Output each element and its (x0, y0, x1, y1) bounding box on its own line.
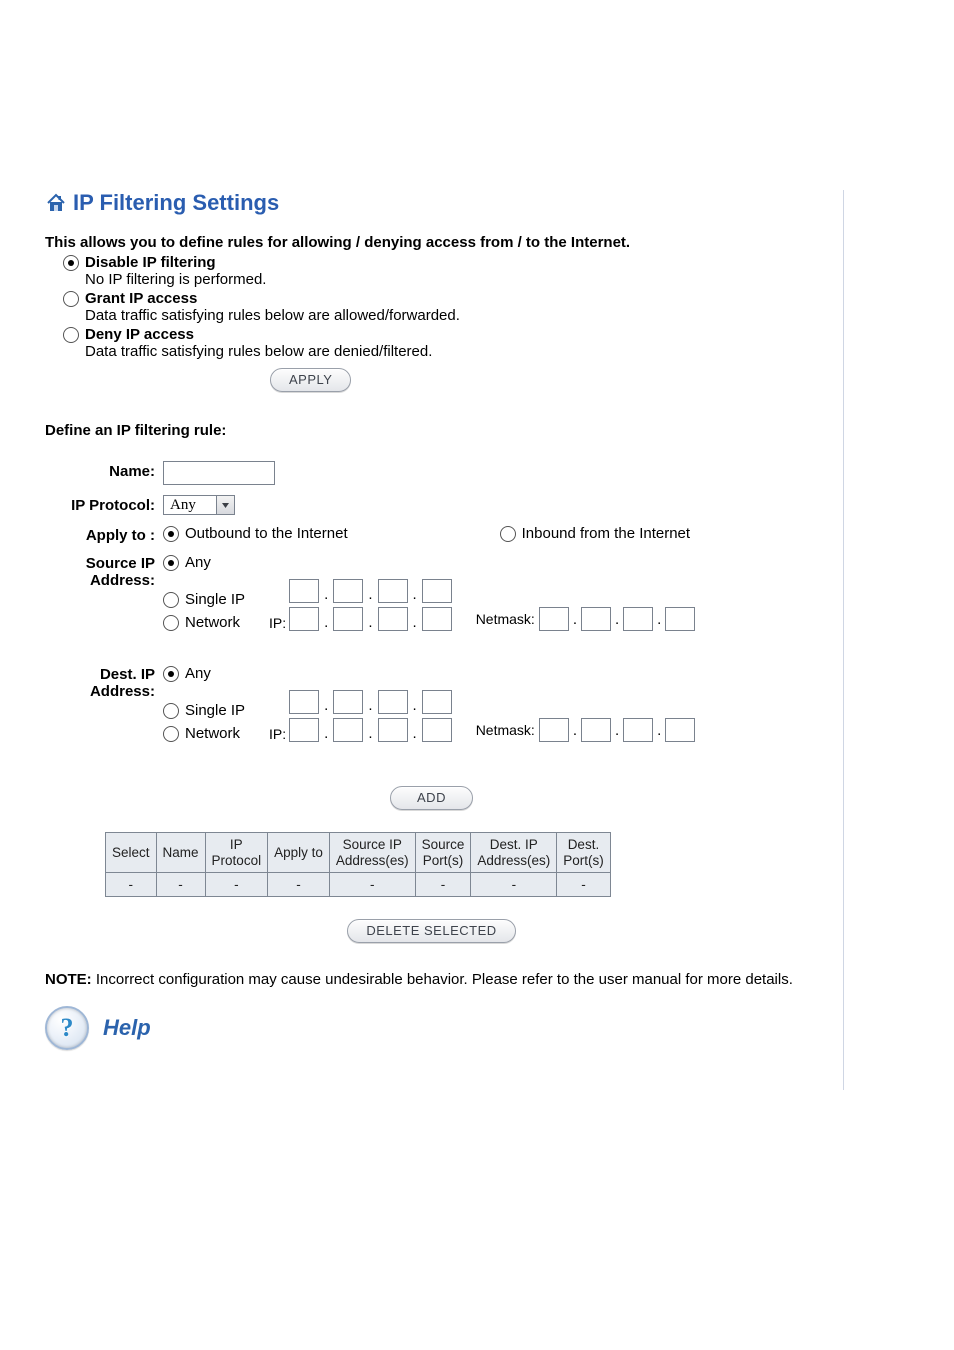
dest-single-oct3[interactable] (378, 690, 408, 714)
dest-mask-oct1[interactable] (539, 718, 569, 742)
source-single-oct3[interactable] (378, 579, 408, 603)
col-select: Select (106, 833, 157, 873)
radio-disable-filtering-label: Disable IP filtering (85, 254, 216, 271)
source-network-ip-fields: IP: . . . (269, 607, 452, 631)
radio-dest-network[interactable] (163, 726, 179, 742)
source-single-oct4[interactable] (422, 579, 452, 603)
col-name: Name (156, 833, 205, 873)
netmask-label-dest: Netmask: (476, 722, 535, 738)
radio-source-network[interactable] (163, 615, 179, 631)
dest-single-oct1[interactable] (289, 690, 319, 714)
radio-disable-filtering-desc: No IP filtering is performed. (85, 271, 818, 288)
col-source-ip: Source IPAddress(es) (329, 833, 415, 873)
radio-dest-any[interactable] (163, 666, 179, 682)
source-net-oct3[interactable] (378, 607, 408, 631)
dest-network-ip-fields: IP: . . . (269, 718, 452, 742)
col-dest-port: Dest.Port(s) (557, 833, 611, 873)
source-net-oct2[interactable] (333, 607, 363, 631)
dest-mask-oct3[interactable] (623, 718, 653, 742)
applyto-field-label: Apply to : (45, 525, 155, 544)
dest-net-oct4[interactable] (422, 718, 452, 742)
apply-button[interactable]: APPLY (270, 368, 351, 392)
col-dest-ip: Dest. IPAddress(es) (471, 833, 557, 873)
protocol-field-label: IP Protocol: (45, 495, 155, 514)
radio-grant-access-desc: Data traffic satisfying rules below are … (85, 307, 818, 324)
rule-form: Name: IP Protocol: Any Apply to : Outbou… (45, 461, 818, 742)
delete-selected-button[interactable]: DELETE SELECTED (347, 919, 515, 943)
dest-net-oct1[interactable] (289, 718, 319, 742)
help-icon[interactable]: ? (45, 1006, 89, 1050)
radio-disable-filtering[interactable] (63, 255, 79, 271)
radio-dest-any-label: Any (185, 665, 211, 682)
name-input[interactable] (163, 461, 275, 485)
rules-table: Select Name IPProtocol Apply to Source I… (105, 832, 611, 897)
radio-deny-access-label: Deny IP access (85, 326, 194, 343)
radio-source-any[interactable] (163, 555, 179, 571)
source-single-oct1[interactable] (289, 579, 319, 603)
dest-net-oct3[interactable] (378, 718, 408, 742)
col-protocol: IPProtocol (205, 833, 268, 873)
intro-text: This allows you to define rules for allo… (45, 234, 818, 251)
dest-mask-oct4[interactable] (665, 718, 695, 742)
source-single-ip-fields: IP: . . . (269, 579, 452, 603)
source-mask-oct2[interactable] (581, 607, 611, 631)
protocol-select[interactable]: Any (163, 495, 235, 515)
radio-inbound[interactable] (500, 526, 516, 542)
source-net-oct1[interactable] (289, 607, 319, 631)
netmask-label: Netmask: (476, 611, 535, 627)
radio-deny-access[interactable] (63, 327, 79, 343)
radio-source-single[interactable] (163, 592, 179, 608)
radio-dest-single-label: Single IP (185, 702, 245, 719)
radio-outbound[interactable] (163, 526, 179, 542)
radio-grant-access[interactable] (63, 291, 79, 307)
source-mask-oct1[interactable] (539, 607, 569, 631)
help-link[interactable]: Help (103, 1015, 151, 1041)
dest-single-oct2[interactable] (333, 690, 363, 714)
source-single-oct2[interactable] (333, 579, 363, 603)
source-netmask-fields: Netmask: . . . (476, 607, 696, 631)
radio-source-single-label: Single IP (185, 591, 245, 608)
source-mask-oct3[interactable] (623, 607, 653, 631)
dest-mask-oct2[interactable] (581, 718, 611, 742)
ip-label: IP: (269, 615, 286, 631)
table-row: - - - - - - - - (106, 873, 611, 897)
add-button[interactable]: ADD (390, 786, 473, 810)
dest-netmask-fields: Netmask: . . . (476, 718, 696, 742)
filter-mode-radio-group: Disable IP filtering No IP filtering is … (63, 254, 818, 360)
define-rule-heading: Define an IP filtering rule: (45, 422, 818, 439)
dropdown-arrow-icon[interactable] (216, 495, 235, 515)
col-source-port: SourcePort(s) (415, 833, 471, 873)
radio-grant-access-label: Grant IP access (85, 290, 197, 307)
dest-ip-label: Dest. IPAddress: (45, 665, 155, 700)
radio-inbound-label: Inbound from the Internet (522, 525, 690, 542)
radio-deny-access-desc: Data traffic satisfying rules below are … (85, 343, 818, 360)
source-ip-label: Source IPAddress: (45, 554, 155, 589)
radio-outbound-label: Outbound to the Internet (185, 525, 348, 542)
protocol-select-value: Any (163, 495, 216, 515)
col-applyto: Apply to (268, 833, 330, 873)
note-text: NOTE: Incorrect configuration may cause … (45, 971, 818, 988)
radio-dest-network-label: Network (185, 725, 240, 742)
dest-single-ip-fields: IP: . . . (269, 690, 452, 714)
radio-dest-single[interactable] (163, 703, 179, 719)
page-title-row: IP Filtering Settings (45, 190, 818, 216)
page-title: IP Filtering Settings (73, 190, 279, 216)
radio-source-network-label: Network (185, 614, 240, 631)
table-header-row: Select Name IPProtocol Apply to Source I… (106, 833, 611, 873)
name-field-label: Name: (45, 461, 155, 480)
dest-net-oct2[interactable] (333, 718, 363, 742)
dest-single-oct4[interactable] (422, 690, 452, 714)
ip-label-dest: IP: (269, 726, 286, 742)
source-net-oct4[interactable] (422, 607, 452, 631)
radio-source-any-label: Any (185, 554, 211, 571)
home-icon (45, 192, 67, 214)
source-mask-oct4[interactable] (665, 607, 695, 631)
